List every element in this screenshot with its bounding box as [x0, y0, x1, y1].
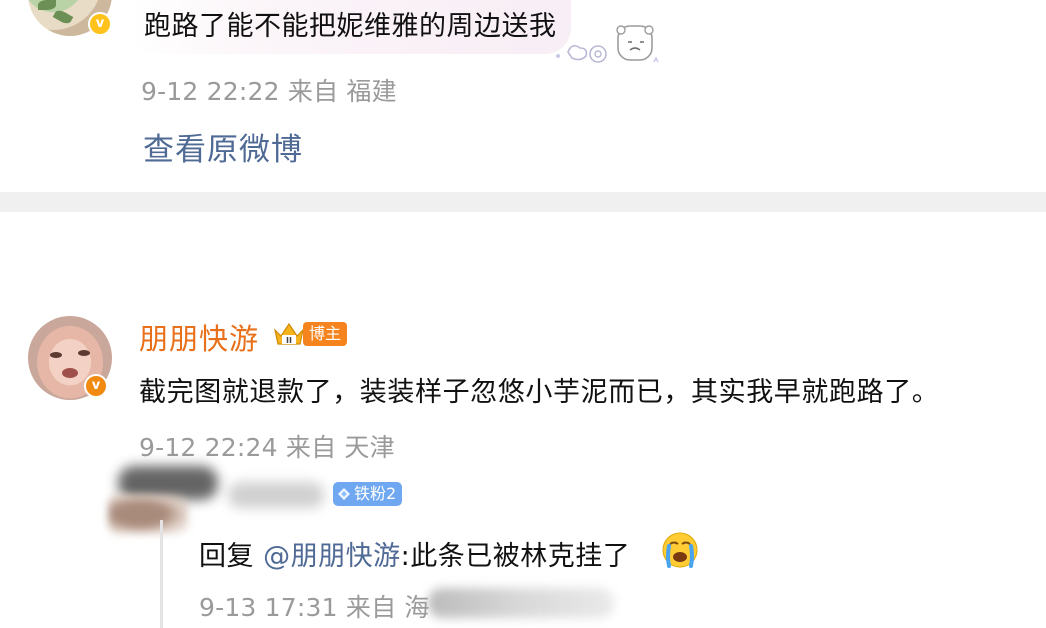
comment-text: 截完图就退款了，装装样子忽悠小芋泥而已，其实我早就跑路了。	[139, 377, 940, 408]
crying-face-icon	[662, 532, 698, 568]
top-comment: v 跑路了能不能把妮维雅的周边送我 9-12 22:22 来自 福建 查看原微博	[0, 0, 1046, 192]
comment-bubble: 跑路了能不能把妮维雅的周边送我	[130, 0, 571, 54]
comment-text: 跑路了能不能把妮维雅的周边送我	[144, 11, 557, 42]
fan-badge-label: 铁粉2	[354, 484, 397, 503]
reply-body: :此条已被林克挂了	[400, 541, 631, 572]
view-original-link[interactable]: 查看原微博	[143, 124, 303, 169]
gem-icon	[338, 488, 350, 500]
comment-meta: 9-12 22:22 来自 福建	[141, 77, 397, 106]
crown-icon: II	[273, 322, 305, 345]
cartoon-sticker-icon	[556, 25, 659, 63]
section-divider	[0, 192, 1046, 212]
blogger-badge: 博主	[303, 322, 348, 346]
reply-prefix: 回复	[199, 541, 264, 572]
mention-link[interactable]: @朋朋快游	[263, 541, 401, 572]
verified-badge-icon: v	[88, 12, 112, 36]
reply-text: 回复 @朋朋快游:此条已被林克挂了	[199, 534, 630, 573]
redacted-location	[428, 588, 614, 618]
verified-badge-icon: v	[84, 374, 108, 398]
redacted-name	[228, 482, 324, 508]
fan-badge: 铁粉2	[333, 482, 403, 506]
reply-meta: 9-13 17:31 来自 海	[199, 593, 430, 622]
svg-text:II: II	[286, 336, 292, 345]
reply-thread-line	[160, 520, 163, 628]
redacted-avatar	[108, 494, 188, 534]
author-name[interactable]: 朋朋快游	[139, 316, 259, 358]
comment-meta: 9-12 22:24 来自 天津	[139, 433, 395, 462]
